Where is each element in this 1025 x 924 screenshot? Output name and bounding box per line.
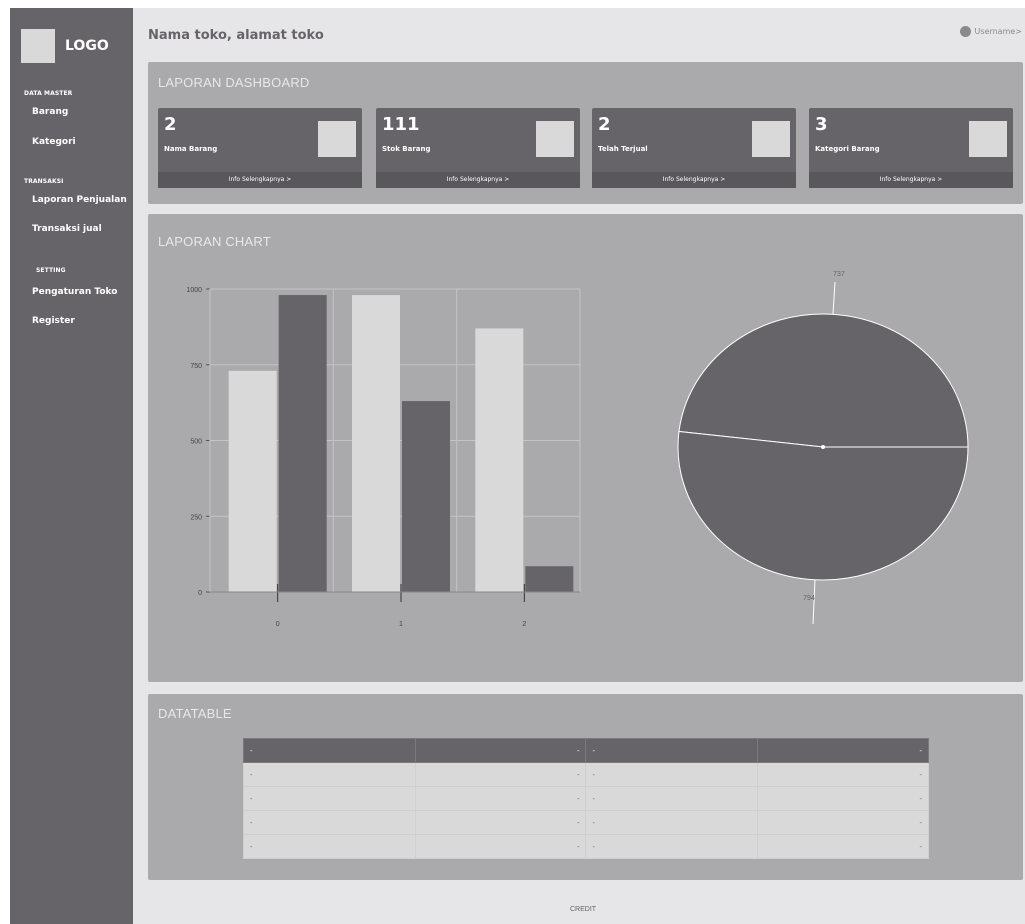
bar [352, 295, 400, 592]
sidebar: LOGO DATA MASTER Barang Kategori TRANSAK… [10, 8, 133, 924]
x-tick-label: 0 [276, 621, 280, 628]
pie-label: 794 [803, 595, 815, 602]
card-image [969, 121, 1007, 157]
pie-slice [677, 430, 969, 581]
chevron-right-icon: > [1015, 27, 1022, 36]
sidebar-item-pengaturan-toko[interactable]: Pengaturan Toko [32, 287, 117, 297]
stat-label: Nama Barang [164, 145, 218, 153]
bar-chart: 0 250 500 750 1000 0 1 2 [186, 287, 581, 628]
table-cell: - [585, 786, 759, 811]
pie-center [821, 445, 825, 449]
card-image [318, 121, 356, 157]
chart-panel: LAPORAN CHART 0 250 500 750 1000 0 1 2 737 794 [148, 214, 1023, 682]
datatable-title: DATATABLE [158, 706, 232, 721]
sidebar-item-transaksi-jual[interactable]: Transaksi jual [32, 224, 102, 234]
bar [525, 566, 574, 592]
info-link[interactable]: Info Selengkapnya > [158, 172, 362, 188]
table-cell: - [414, 810, 587, 835]
table-cell: - [243, 810, 416, 835]
info-link[interactable]: Info Selengkapnya > [809, 172, 1013, 188]
pie-chart: 737 794 [677, 271, 969, 625]
card-image [536, 121, 574, 157]
dashboard-panel: LAPORAN DASHBOARD 2 Nama Barang Info Sel… [148, 62, 1023, 204]
table-cell: - [585, 834, 759, 859]
table-header-cell[interactable]: - [757, 738, 929, 763]
y-tick-label: 250 [190, 514, 202, 521]
stat-card-kategori-barang: 3 Kategori Barang Info Selengkapnya > [809, 108, 1013, 188]
card-image [752, 121, 790, 157]
y-tick-label: 0 [198, 590, 202, 597]
table-cell: - [243, 786, 416, 811]
footer-credit: CREDIT [570, 906, 597, 913]
table-cell: - [585, 762, 759, 787]
table-cell: - [243, 762, 416, 787]
logo-text: LOGO [65, 38, 109, 54]
table-cell: - [757, 810, 929, 835]
stat-label: Stok Barang [382, 145, 431, 153]
table-cell: - [585, 810, 759, 835]
datatable-panel: DATATABLE - - - - - - - - - - - - - - - … [148, 694, 1023, 880]
table-cell: - [414, 786, 587, 811]
pie-leader-line [832, 281, 836, 315]
stat-value: 3 [815, 114, 828, 135]
y-tick-label: 1000 [186, 287, 202, 294]
stat-card-stok-barang: 111 Stok Barang Info Selengkapnya > [376, 108, 580, 188]
table-header-row: - - - - [243, 738, 929, 763]
store-title: Nama toko, alamat toko [148, 28, 324, 43]
stat-card-nama-barang: 2 Nama Barang Info Selengkapnya > [158, 108, 362, 188]
table-row: - - - - [243, 834, 929, 859]
sidebar-item-laporan-penjualan[interactable]: Laporan Penjualan [32, 195, 127, 205]
pie-label: 737 [833, 271, 845, 278]
sidebar-item-register[interactable]: Register [32, 316, 75, 326]
table-cell: - [414, 762, 587, 787]
stat-value: 2 [598, 114, 611, 135]
dashboard-title: LAPORAN DASHBOARD [158, 75, 310, 90]
x-tick-label: 2 [522, 621, 526, 628]
table-row: - - - - [243, 762, 929, 787]
bar [228, 370, 277, 592]
table-cell: - [243, 834, 416, 859]
stat-value: 2 [164, 114, 177, 135]
info-link[interactable]: Info Selengkapnya > [592, 172, 796, 188]
bar [475, 328, 524, 592]
table-cell: - [414, 834, 587, 859]
sidebar-item-kategori[interactable]: Kategori [32, 137, 76, 147]
avatar [959, 26, 971, 37]
chart-title: LAPORAN CHART [158, 234, 271, 249]
logo-image [21, 29, 55, 63]
table-row: - - - - [243, 810, 929, 835]
stat-card-telah-terjual: 2 Telah Terjual Info Selengkapnya > [592, 108, 796, 188]
pie-slice [678, 313, 969, 448]
table-cell: - [757, 762, 929, 787]
sidebar-item-barang[interactable]: Barang [32, 107, 68, 117]
sidebar-section-data-master: DATA MASTER [24, 90, 73, 97]
bar [278, 295, 327, 592]
app-frame: LOGO DATA MASTER Barang Kategori TRANSAK… [10, 8, 1025, 924]
table-cell: - [757, 786, 929, 811]
sidebar-section-setting: SETTING [36, 267, 66, 274]
username: Username [974, 27, 1016, 36]
table-header-cell[interactable]: - [585, 738, 759, 763]
pie-leader-line [812, 579, 816, 625]
user-menu[interactable]: Username> [959, 26, 1022, 37]
table-cell: - [757, 834, 929, 859]
y-tick-label: 750 [190, 363, 202, 370]
sidebar-section-transaksi: TRANSAKSI [24, 178, 64, 185]
table-header-cell[interactable]: - [414, 738, 587, 763]
table-header-cell[interactable]: - [243, 738, 416, 763]
stat-label: Telah Terjual [598, 145, 648, 153]
bar [402, 401, 450, 592]
info-link[interactable]: Info Selengkapnya > [376, 172, 580, 188]
x-tick-label: 1 [399, 621, 403, 628]
y-tick-label: 500 [190, 439, 202, 446]
data-table: - - - - - - - - - - - - - - - - - - - - [243, 738, 929, 859]
table-row: - - - - [243, 786, 929, 811]
stat-value: 111 [382, 114, 420, 135]
stat-label: Kategori Barang [815, 145, 880, 153]
